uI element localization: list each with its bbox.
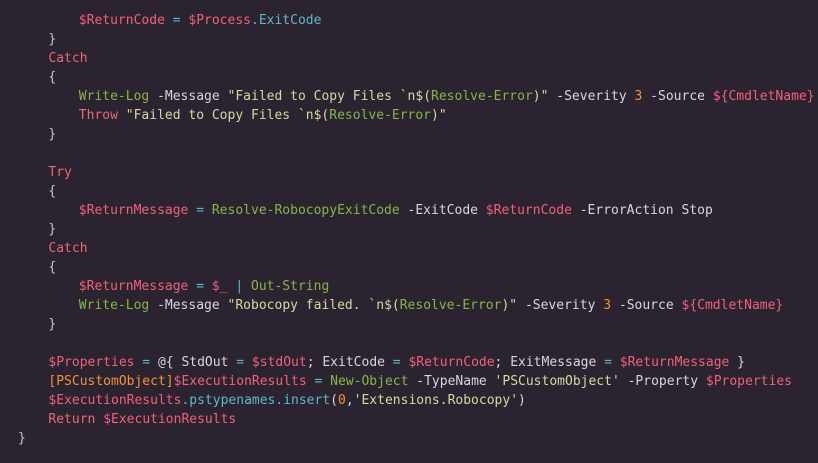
- code-token: 3: [603, 298, 612, 313]
- code-token: }: [48, 32, 57, 47]
- code-token: Write-Log: [78, 89, 150, 104]
- code-line[interactable]: }: [18, 429, 26, 448]
- code-line[interactable]: {: [48, 182, 56, 201]
- code-token: $ExecutionResults: [173, 374, 307, 389]
- code-token: 'PSCustomObject': [494, 374, 620, 389]
- code-token: ${CmdletName}: [712, 89, 815, 104]
- code-token: =: [188, 203, 212, 218]
- code-token: |: [227, 279, 251, 294]
- code-token: Return: [48, 412, 104, 427]
- code-token: $ReturnCode: [408, 355, 495, 370]
- code-token: =: [236, 355, 252, 370]
- code-token: )": [501, 298, 518, 313]
- code-token: .pstypenames.insert: [181, 393, 331, 408]
- code-token: @{ StdOut: [157, 355, 237, 370]
- code-token: (: [330, 393, 338, 408]
- code-token: -Severity: [548, 89, 635, 104]
- code-line[interactable]: $ReturnMessage = Resolve-RobocopyExitCod…: [79, 201, 713, 220]
- code-line[interactable]: Write-Log -Message "Failed to Copy Files…: [79, 87, 815, 106]
- code-token: $_: [211, 279, 228, 294]
- code-line[interactable]: Try: [48, 163, 71, 182]
- code-token: Resolve-RobocopyExitCode: [211, 203, 400, 218]
- code-token: 0: [338, 393, 346, 408]
- code-token: $ReturnMessage: [78, 203, 189, 218]
- code-line[interactable]: }: [48, 220, 56, 239]
- code-token: {: [48, 260, 57, 275]
- code-token: =: [306, 374, 331, 389]
- code-token: -Message: [149, 89, 228, 104]
- code-line[interactable]: Return $ExecutionResults: [48, 410, 236, 429]
- code-token: Catch: [48, 51, 88, 66]
- code-line[interactable]: }: [48, 30, 56, 49]
- code-token: }: [48, 127, 57, 142]
- code-token: =: [188, 279, 212, 294]
- code-token: $ReturnCode: [485, 203, 572, 218]
- code-token: -Property: [619, 374, 706, 389]
- code-token: "Failed to Copy Files `n$(: [227, 89, 432, 104]
- code-token: Try: [48, 165, 72, 180]
- code-token: Throw: [78, 108, 118, 123]
- code-token: $ExecutionResults: [48, 393, 182, 408]
- code-token: $ReturnCode: [78, 13, 165, 28]
- code-token: ): [518, 393, 526, 408]
- code-token: -Source: [611, 298, 682, 313]
- code-editor[interactable]: $ReturnCode = $Process.ExitCode} Catch { Wr…: [0, 0, 818, 463]
- code-token: )": [532, 89, 549, 104]
- code-token: 'Extensions.Robocopy': [353, 393, 519, 408]
- code-token: Out-String: [251, 279, 330, 294]
- code-token: "Failed to Copy Files `n$(: [117, 108, 330, 123]
- code-token: Catch: [48, 241, 88, 256]
- code-token: $stdOut: [251, 355, 307, 370]
- code-token: $Properties: [705, 374, 792, 389]
- code-token: ${CmdletName}: [681, 298, 784, 313]
- code-token: -TypeName: [408, 374, 495, 389]
- code-token: Write-Log: [78, 298, 150, 313]
- code-token: .ExitCode: [251, 13, 322, 28]
- code-line[interactable]: {: [48, 258, 56, 277]
- code-token: -Message: [149, 298, 228, 313]
- code-token: $ExecutionResults: [103, 412, 237, 427]
- code-token: Resolve-Error: [329, 108, 432, 123]
- code-token: Resolve-Error: [399, 298, 502, 313]
- code-token: {: [48, 184, 57, 199]
- code-line[interactable]: [PSCustomObject]$ExecutionResults = New-…: [48, 372, 792, 391]
- code-line[interactable]: }: [48, 125, 56, 144]
- code-token: )": [431, 108, 447, 123]
- code-token: -ExitCode: [399, 203, 486, 218]
- code-token: $Process: [188, 13, 251, 28]
- code-token: -Source: [642, 89, 713, 104]
- code-token: {: [48, 70, 57, 85]
- code-token: $Properties: [48, 355, 135, 370]
- code-token: =: [134, 355, 158, 370]
- code-token: ; ExitCode: [306, 355, 393, 370]
- code-token: }: [48, 317, 57, 332]
- code-line[interactable]: {: [48, 68, 56, 87]
- code-token: "Robocopy failed. `n$(: [227, 298, 400, 313]
- code-line[interactable]: $ReturnCode = $Process.ExitCode: [79, 11, 322, 30]
- code-token: $ReturnMessage: [619, 355, 730, 370]
- code-line[interactable]: Catch: [48, 49, 87, 68]
- code-line[interactable]: $Properties = @{ StdOut = $stdOut; ExitC…: [48, 353, 745, 372]
- code-line[interactable]: $ExecutionResults.pstypenames.insert(0,'…: [48, 391, 525, 410]
- code-token: $ReturnMessage: [78, 279, 189, 294]
- code-token: -ErrorAction Stop: [571, 203, 713, 218]
- code-line[interactable]: Write-Log -Message "Robocopy failed. `n$…: [79, 296, 783, 315]
- code-token: }: [48, 222, 57, 237]
- code-line[interactable]: Throw "Failed to Copy Files `n$(Resolve-…: [79, 106, 447, 125]
- code-token: }: [729, 355, 746, 370]
- code-line[interactable]: $ReturnMessage = $_ | Out-String: [79, 277, 329, 296]
- code-token: ; ExitMessage: [494, 355, 605, 370]
- code-token: New-Object: [330, 374, 409, 389]
- code-token: =: [604, 355, 620, 370]
- code-token: }: [18, 431, 26, 446]
- code-token: Resolve-Error: [431, 89, 533, 104]
- code-token: =: [392, 355, 409, 370]
- code-line[interactable]: Catch: [48, 239, 87, 258]
- code-token: [PSCustomObject]: [48, 374, 174, 389]
- code-token: ,: [345, 393, 354, 408]
- code-line[interactable]: }: [48, 315, 56, 334]
- code-token: =: [164, 13, 189, 28]
- code-token: -Severity: [517, 298, 604, 313]
